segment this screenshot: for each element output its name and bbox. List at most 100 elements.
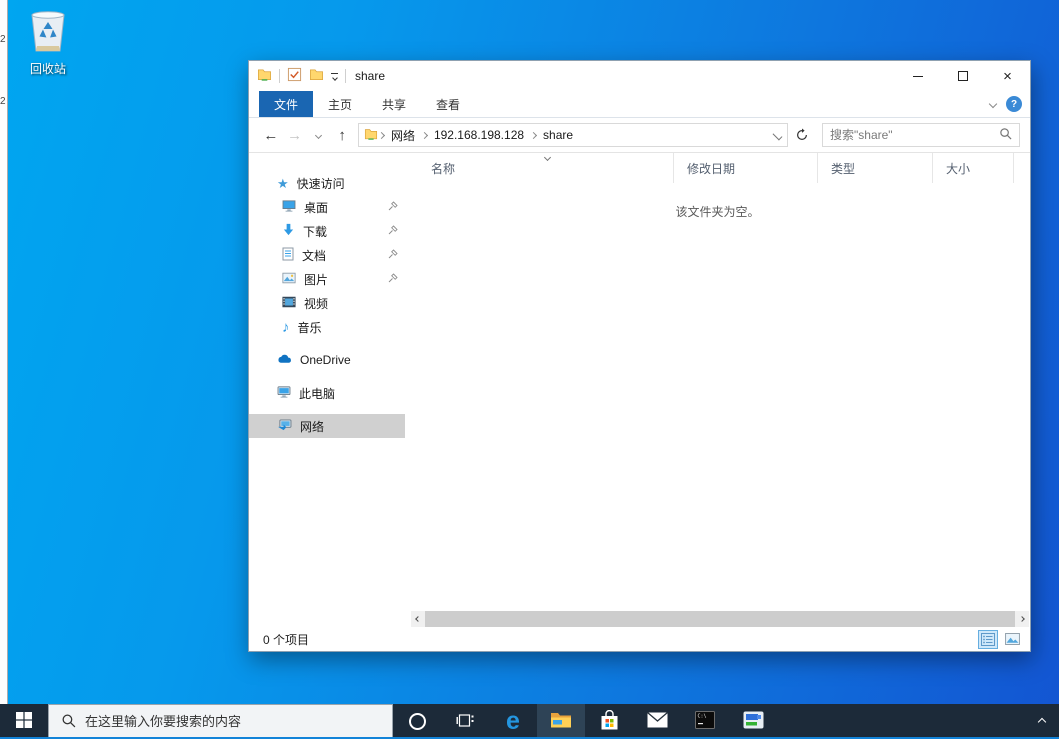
tab-view[interactable]: 查看 (421, 91, 475, 117)
scroll-right-icon[interactable] (1015, 617, 1029, 621)
minimize-button[interactable] (895, 61, 940, 91)
pin-icon (388, 248, 398, 262)
ribbon-tabs: 文件 主页 共享 查看 ? (249, 91, 1030, 118)
sidebar-item-documents[interactable]: 文档 (249, 243, 405, 267)
onedrive-cloud-icon (277, 353, 292, 367)
column-header-type[interactable]: 类型 (818, 153, 933, 183)
tab-share[interactable]: 共享 (367, 91, 421, 117)
column-header-date-modified[interactable]: 修改日期 (674, 153, 818, 183)
close-button[interactable]: × (985, 61, 1030, 91)
quick-access-star-icon: ★ (277, 177, 289, 190)
sidebar-item-this-pc[interactable]: 此电脑 (249, 381, 405, 405)
file-explorer-window: share × 文件 主页 共享 查看 ? ← → ↑ (248, 60, 1031, 652)
search-icon (999, 127, 1012, 143)
breadcrumb-host[interactable]: 192.168.198.128 (428, 128, 530, 142)
address-dropdown-icon[interactable] (773, 130, 783, 140)
videos-icon (282, 296, 296, 311)
downloads-icon (282, 223, 295, 239)
qat-customize-dropdown-icon[interactable] (331, 73, 338, 80)
file-list-pane: 名称 修改日期 类型 大小 该文件夹为空。 (405, 153, 1030, 627)
new-folder-icon[interactable] (309, 67, 324, 85)
vmware-tool-icon (743, 711, 764, 732)
address-bar[interactable]: 网络 192.168.198.128 share (358, 123, 788, 147)
sidebar-item-downloads[interactable]: 下载 (249, 219, 405, 243)
close-icon: × (1003, 68, 1012, 85)
recycle-bin-shortcut[interactable]: 回收站 (18, 6, 78, 77)
breadcrumb-network[interactable]: 网络 (385, 127, 421, 144)
tab-file[interactable]: 文件 (259, 91, 313, 117)
refresh-button[interactable] (790, 123, 814, 147)
expand-ribbon-icon[interactable] (989, 100, 997, 108)
details-view-button[interactable] (978, 630, 998, 649)
tab-home[interactable]: 主页 (313, 91, 367, 117)
sidebar-item-quick-access[interactable]: ★ 快速访问 (249, 171, 405, 195)
thumbnails-view-button[interactable] (1002, 630, 1022, 649)
sidebar-item-desktop[interactable]: 桌面 (249, 195, 405, 219)
explorer-search-box[interactable] (822, 123, 1020, 147)
mail-button[interactable] (633, 704, 681, 739)
column-header-name[interactable]: 名称 (405, 153, 674, 183)
minimize-icon (913, 76, 923, 77)
command-prompt-icon: C:\ (695, 711, 715, 732)
edge-strip-text: 2 (0, 34, 6, 45)
titlebar: share × (249, 61, 1030, 91)
empty-folder-message: 该文件夹为空。 (405, 203, 1030, 220)
recycle-bin-icon (25, 45, 71, 59)
cortana-circle-icon (409, 713, 426, 730)
forward-button[interactable]: → (283, 123, 307, 147)
properties-check-icon[interactable] (287, 67, 302, 85)
breadcrumb-share[interactable]: share (537, 128, 579, 142)
this-pc-icon (277, 386, 291, 401)
column-header-size[interactable]: 大小 (933, 153, 1014, 183)
files-area[interactable]: 该文件夹为空。 (405, 183, 1030, 611)
help-icon[interactable]: ? (1006, 96, 1022, 112)
store-icon (600, 710, 619, 734)
scroll-left-icon[interactable] (411, 617, 425, 621)
store-button[interactable] (585, 704, 633, 739)
column-headers: 名称 修改日期 类型 大小 (405, 153, 1030, 183)
taskbar-search-box[interactable] (48, 704, 393, 739)
breadcrumb-separator-icon (530, 131, 537, 138)
network-icon (277, 419, 292, 434)
search-icon (61, 713, 76, 731)
background-window-edge: 2 2 (0, 0, 8, 704)
maximize-button[interactable] (940, 61, 985, 91)
music-note-icon: ♪ (282, 320, 290, 335)
pin-icon (388, 272, 398, 286)
edge-button[interactable]: e (489, 704, 537, 739)
edge-icon: e (506, 709, 520, 734)
command-prompt-button[interactable]: C:\ (681, 704, 729, 739)
pictures-icon (282, 272, 296, 287)
show-hidden-icons-chevron[interactable] (1038, 717, 1046, 725)
status-bar: 0 个项目 (249, 627, 1030, 651)
explorer-search-input[interactable] (830, 128, 999, 142)
sidebar-item-pictures[interactable]: 图片 (249, 267, 405, 291)
navigation-pane: ★ 快速访问 桌面 下载 文档 (249, 153, 405, 627)
file-explorer-icon (550, 711, 572, 732)
mail-envelope-icon (647, 712, 668, 731)
start-button[interactable] (0, 704, 48, 739)
pin-icon (388, 200, 398, 214)
task-view-icon (456, 713, 474, 731)
taskbar-search-input[interactable] (85, 714, 380, 729)
network-folder-icon[interactable] (257, 67, 272, 85)
breadcrumb-separator-icon (378, 131, 385, 138)
cortana-button[interactable] (393, 704, 441, 739)
sidebar-item-music[interactable]: ♪ 音乐 (249, 315, 405, 339)
sidebar-item-videos[interactable]: 视频 (249, 291, 405, 315)
horizontal-scrollbar[interactable] (411, 611, 1029, 627)
documents-icon (282, 247, 294, 264)
sidebar-item-onedrive[interactable]: OneDrive (249, 348, 405, 372)
sidebar-item-network[interactable]: 网络 (249, 414, 405, 438)
up-button[interactable]: ↑ (330, 123, 354, 147)
file-explorer-button[interactable] (537, 704, 585, 739)
desktop-icon (282, 200, 296, 215)
desktop: 2 2 回收站 (0, 0, 1059, 739)
back-button[interactable]: ← (259, 123, 283, 147)
task-view-button[interactable] (441, 704, 489, 739)
recent-locations-icon[interactable] (306, 123, 330, 147)
vmware-tool-button[interactable] (729, 704, 777, 739)
navigation-bar: ← → ↑ 网络 192.168.198.128 share (249, 118, 1030, 153)
scrollbar-thumb[interactable] (425, 611, 1015, 627)
taskbar: e C:\ (0, 704, 1059, 739)
